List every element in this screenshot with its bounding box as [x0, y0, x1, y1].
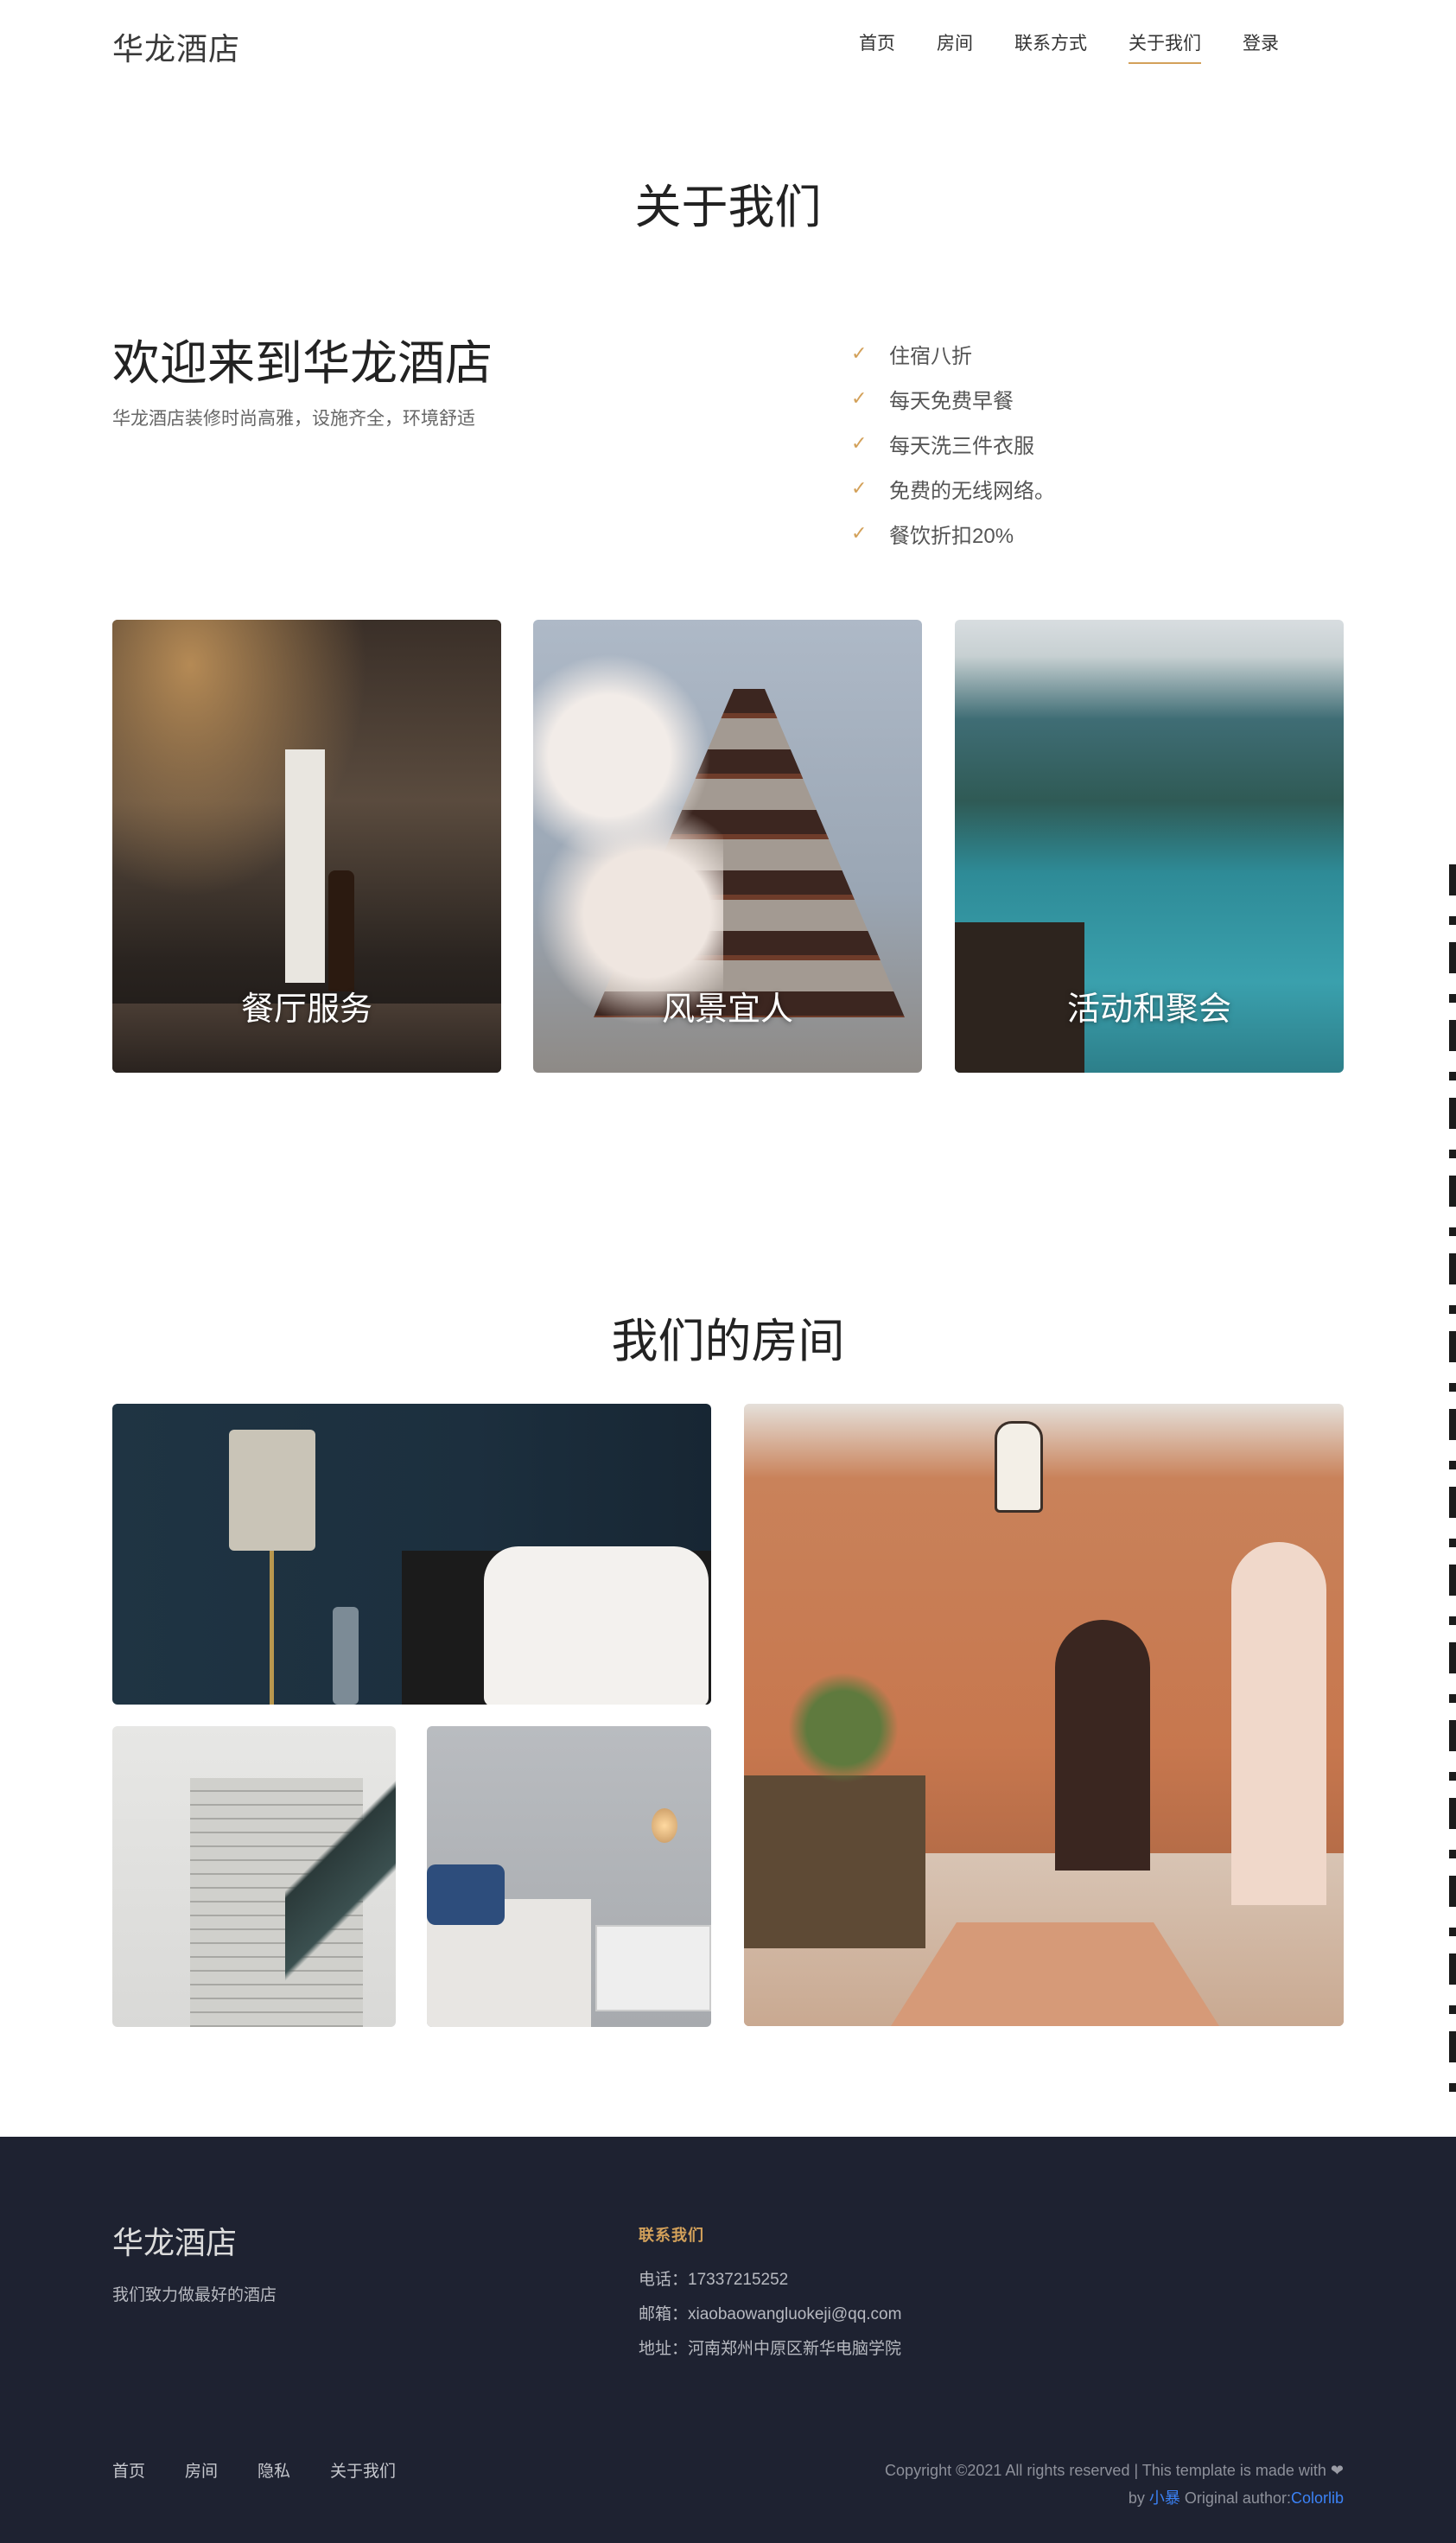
nav-home[interactable]: 首页 — [859, 29, 895, 64]
heart-icon: ❤ — [1330, 2462, 1344, 2479]
room-image-courtyard[interactable] — [744, 1404, 1344, 2026]
footer: 华龙酒店 我们致力做最好的酒店 联系我们 电话：17337215252 邮箱：x… — [0, 2137, 1456, 2543]
check-icon: ✓ — [851, 522, 868, 544]
contact-list: 电话：17337215252 邮箱：xiaobaowangluokeji@qq.… — [639, 2266, 901, 2370]
feature-item: ✓ 免费的无线网络。 — [851, 477, 1055, 503]
footer-tagline: 我们致力做最好的酒店 — [112, 2286, 277, 2304]
welcome-heading: 欢迎来到华龙酒店 — [112, 337, 493, 390]
copyright: Copyright ©2021 All rights reserved | Th… — [885, 2457, 1344, 2512]
card-restaurant[interactable]: 餐厅服务 — [112, 620, 501, 1073]
contact-email[interactable]: 邮箱：xiaobaowangluokeji@qq.com — [639, 2301, 901, 2336]
nav-about[interactable]: 关于我们 — [1129, 29, 1201, 64]
feature-item: ✓ 每天免费早餐 — [851, 387, 1014, 413]
contact-title: 联系我们 — [639, 2227, 704, 2244]
card-scenery[interactable]: 风景宜人 — [533, 620, 922, 1073]
card-label: 风景宜人 — [661, 991, 793, 1028]
room-image-bedroom-dark[interactable] — [112, 1404, 711, 1705]
site-brand[interactable]: 华龙酒店 — [112, 24, 240, 69]
check-icon: ✓ — [851, 432, 868, 454]
feature-list: ✓ 住宿八折 ✓ 每天免费早餐 ✓ 每天洗三件衣服 ✓ 免费的无线网络。 ✓ 餐饮折扣20… — [851, 331, 1055, 556]
footer-brand: 华龙酒店 — [112, 2226, 238, 2260]
feature-item: ✓ 餐饮折扣20% — [851, 522, 1014, 548]
footer-link-about[interactable]: 关于我们 — [330, 2458, 396, 2482]
card-events[interactable]: 活动和聚会 — [955, 620, 1344, 1073]
copyright-text: Copyright ©2021 All rights reserved | Th… — [885, 2462, 1326, 2479]
contact-phone: 电话：17337215252 — [639, 2271, 789, 2289]
main-nav: 首页 房间 联系方式 关于我们 登录 — [859, 29, 1320, 64]
check-icon: ✓ — [851, 477, 868, 499]
check-icon: ✓ — [851, 342, 868, 364]
rooms-title: 我们的房间 — [611, 1316, 845, 1367]
by-text: by — [1128, 2489, 1145, 2507]
room-image-staircase[interactable] — [112, 1726, 396, 2027]
original-label: Original author: — [1184, 2489, 1291, 2507]
footer-nav: 首页 房间 隐私 关于我们 — [112, 2458, 436, 2482]
card-label: 活动和聚会 — [1066, 991, 1231, 1028]
footer-link-rooms[interactable]: 房间 — [185, 2458, 218, 2482]
author-link[interactable]: 小暴 — [1149, 2489, 1180, 2507]
colorlib-link[interactable]: Colorlib — [1291, 2489, 1344, 2507]
nav-contact[interactable]: 联系方式 — [1014, 29, 1087, 64]
room-image-bedroom-light[interactable] — [427, 1726, 711, 2027]
nav-login[interactable]: 登录 — [1243, 29, 1279, 64]
nav-rooms[interactable]: 房间 — [937, 29, 973, 64]
check-icon: ✓ — [851, 387, 868, 409]
page-title: 关于我们 — [634, 182, 822, 233]
footer-link-privacy[interactable]: 隐私 — [258, 2458, 290, 2482]
footer-link-home[interactable]: 首页 — [112, 2458, 145, 2482]
feature-item: ✓ 每天洗三件衣服 — [851, 432, 1034, 458]
feature-item: ✓ 住宿八折 — [851, 342, 972, 368]
scroll-indicator — [1449, 864, 1456, 2109]
card-label: 餐厅服务 — [240, 991, 372, 1028]
welcome-subtitle: 华龙酒店装修时尚高雅，设施齐全，环境舒适 — [112, 409, 475, 429]
contact-address: 地址：河南郑州中原区新华电脑学院 — [639, 2340, 902, 2358]
